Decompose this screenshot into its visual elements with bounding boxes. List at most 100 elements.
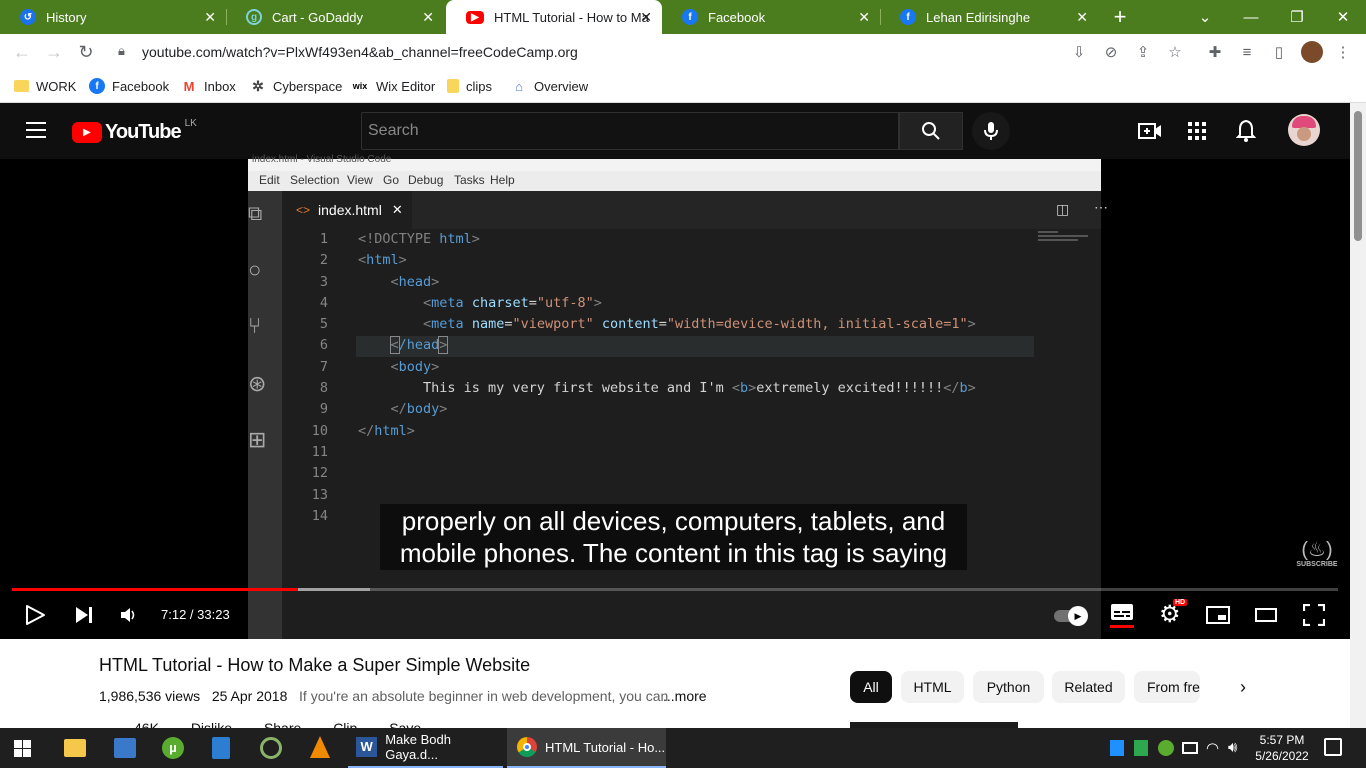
next-button[interactable]	[74, 605, 94, 625]
profile-avatar[interactable]	[1301, 41, 1323, 63]
lock-icon: 🔒︎	[118, 43, 125, 58]
restore-button[interactable]: ❐	[1274, 0, 1320, 34]
channel-watermark[interactable]: (♨) SUBSCRIBE	[1296, 539, 1338, 577]
fullscreen-button[interactable]	[1302, 603, 1326, 627]
hidden-eye-icon[interactable]: ⊘	[1101, 42, 1121, 62]
video-title: HTML Tutorial - How to Make a Super Simp…	[99, 655, 531, 675]
tab-search-button[interactable]: ⌄	[1182, 0, 1228, 34]
autoplay-toggle[interactable]: ▶	[1054, 606, 1088, 626]
close-window-button[interactable]: ✕	[1320, 0, 1366, 34]
vlc-icon[interactable]	[310, 736, 330, 758]
editor-tab-bar: <> index.html ✕ ◫ ⋯	[282, 191, 1108, 229]
youtube-play-logo-icon: ▶	[72, 122, 102, 143]
bookmark-cyberspace[interactable]: ✲ Cyberspace	[250, 76, 342, 96]
search-button[interactable]	[899, 112, 963, 150]
page-scrollbar[interactable]	[1350, 103, 1366, 729]
chevron-right-icon[interactable]: ›	[1200, 671, 1256, 703]
tab-lehan[interactable]: f Lehan Edirisinghe ✕	[880, 0, 1098, 34]
bookmark-star-icon[interactable]: ☆	[1165, 42, 1185, 62]
menu-icon[interactable]: ⋮	[1333, 42, 1353, 62]
minimize-button[interactable]: —	[1228, 0, 1274, 34]
debug-icon: ⊛	[248, 371, 267, 396]
battery-icon[interactable]	[1182, 742, 1198, 754]
tab-history[interactable]: ↺ History ✕	[0, 0, 226, 34]
bookmark-overview[interactable]: ⌂ Overview	[511, 76, 588, 96]
wifi-icon[interactable]: ◠	[1206, 739, 1219, 757]
close-icon[interactable]: ✕	[858, 9, 870, 26]
clock-time: 5:57 PM	[1259, 733, 1305, 747]
tab-facebook[interactable]: f Facebook ✕	[662, 0, 880, 34]
hamburger-menu-icon[interactable]	[26, 122, 46, 138]
close-icon[interactable]: ✕	[1076, 9, 1088, 26]
menu-selection: Selection	[290, 173, 340, 187]
app-icon[interactable]	[260, 737, 282, 759]
tab-youtube[interactable]: ▶ HTML Tutorial - How to Make ✕	[446, 0, 662, 34]
youtube-logo[interactable]: ▶ YouTube LK	[72, 118, 197, 144]
play-button[interactable]	[24, 604, 46, 626]
chip-python[interactable]: Python	[973, 671, 1044, 703]
watch-metadata: HTML Tutorial - How to Make a Super Simp…	[0, 639, 1350, 730]
back-button[interactable]: ←	[12, 42, 32, 62]
bookmark-wix[interactable]: wix Wix Editor	[351, 76, 436, 96]
calculator-icon[interactable]	[212, 737, 230, 759]
tray-excel-icon[interactable]	[1134, 740, 1148, 756]
video-player[interactable]: index.html - Visual Studio Code Edit Sel…	[0, 154, 1350, 639]
close-icon[interactable]: ✕	[422, 9, 434, 26]
bookmark-clips[interactable]: clips	[447, 76, 492, 96]
search-input[interactable]: Search	[361, 112, 899, 150]
chip-related[interactable]: Related	[1052, 671, 1125, 703]
side-panel-icon[interactable]: ▯	[1269, 42, 1289, 62]
extensions-icon[interactable]: ✚	[1205, 42, 1225, 62]
tray-utorrent-icon[interactable]	[1158, 740, 1174, 756]
editor-tab-label: index.html	[318, 202, 382, 218]
notifications-bell-icon[interactable]	[1235, 119, 1257, 143]
share-icon[interactable]: ⇪	[1133, 42, 1153, 62]
windows-start-icon[interactable]	[14, 740, 31, 757]
bookmark-facebook[interactable]: f Facebook	[89, 76, 169, 96]
miniplayer-button[interactable]	[1206, 606, 1230, 624]
bookmark-work[interactable]: WORK	[14, 76, 76, 96]
taskbar-app-word[interactable]: W Make Bodh Gaya.d...	[348, 728, 503, 768]
voice-search-button[interactable]	[972, 112, 1010, 150]
menu-help: Help	[490, 173, 515, 187]
chip-all[interactable]: All	[850, 671, 892, 703]
volume-icon	[121, 608, 135, 622]
avatar[interactable]	[1288, 114, 1320, 146]
chip-html[interactable]: HTML	[901, 671, 964, 703]
subtitles-button[interactable]	[1110, 603, 1134, 629]
file-explorer-icon[interactable]	[64, 739, 86, 757]
speaker-icon[interactable]: 🔊︎	[1228, 739, 1237, 756]
show-more-link[interactable]: ...more	[663, 688, 707, 704]
notification-center-icon[interactable]	[1324, 738, 1342, 756]
create-video-icon[interactable]	[1138, 120, 1162, 142]
bookmark-inbox[interactable]: M Inbox	[181, 76, 236, 96]
reload-button[interactable]: ↻	[76, 42, 96, 62]
desktop-app-icon[interactable]	[114, 738, 136, 758]
new-tab-button[interactable]: +	[1108, 5, 1132, 29]
install-icon[interactable]: ⇩	[1069, 42, 1089, 62]
wix-icon: wix	[352, 81, 368, 91]
mute-button[interactable]	[119, 605, 139, 625]
tab-title: Facebook	[708, 9, 766, 25]
progress-bar[interactable]	[12, 588, 1338, 591]
utorrent-icon[interactable]: µ	[162, 737, 184, 759]
taskbar-app-chrome[interactable]: HTML Tutorial - Ho...	[507, 728, 666, 768]
close-icon[interactable]: ✕	[640, 9, 652, 26]
caption-line: mobile phones. The content in this tag i…	[399, 538, 948, 568]
media-icon[interactable]: ≡	[1237, 42, 1257, 62]
settings-button[interactable]: ⚙ HD	[1159, 599, 1188, 627]
scrollbar-thumb[interactable]	[1354, 111, 1362, 241]
tray-app-icon[interactable]	[1110, 740, 1124, 756]
close-icon[interactable]: ✕	[204, 9, 216, 26]
gmail-icon: M	[183, 78, 195, 94]
chip-from-freecodecamp[interactable]: From fre	[1134, 671, 1200, 703]
theater-mode-button[interactable]	[1255, 608, 1277, 622]
apps-grid-icon[interactable]	[1188, 122, 1206, 140]
tab-godaddy[interactable]: g Cart - GoDaddy ✕	[226, 0, 444, 34]
address-bar[interactable]: 🔒︎ youtube.com/watch?v=PlxWf493en4&ab_ch…	[110, 37, 1200, 67]
menu-tasks: Tasks	[454, 173, 485, 187]
taskbar-clock[interactable]: 5:57 PM 5/26/2022	[1252, 732, 1312, 764]
forward-button[interactable]: →	[44, 42, 64, 62]
code-line: <body>	[390, 358, 440, 375]
skip-next-icon	[76, 607, 92, 623]
